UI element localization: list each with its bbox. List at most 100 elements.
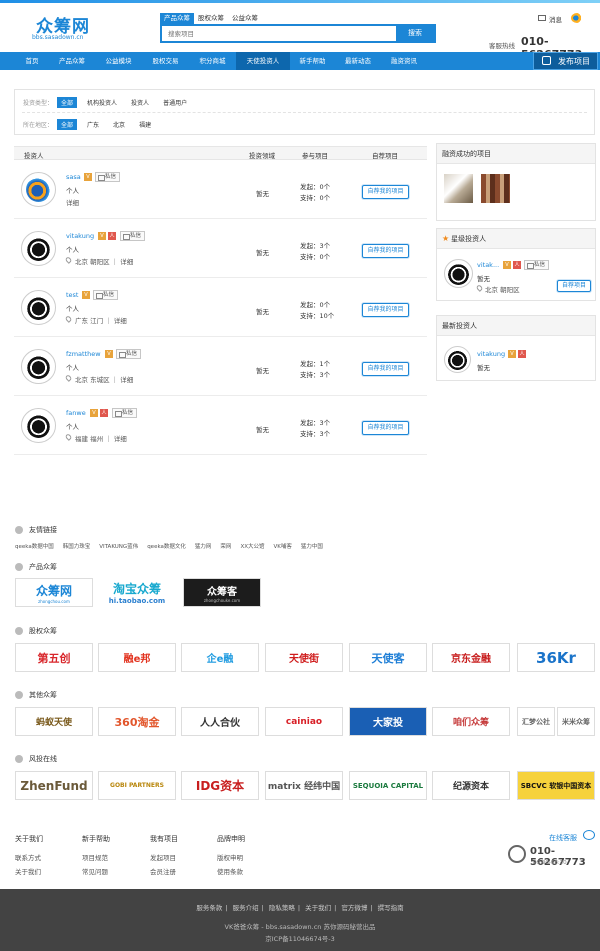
private-message-button[interactable]: 私信 bbox=[95, 172, 121, 182]
search-tab-product[interactable]: 产品众筹 bbox=[160, 13, 194, 24]
filter-region-guangdong[interactable]: 广东 bbox=[83, 119, 103, 130]
nav-news[interactable]: 最新动态 bbox=[335, 52, 381, 70]
partner-logo[interactable]: 天使客 bbox=[349, 643, 427, 672]
partner-logo[interactable]: 企e融 bbox=[181, 643, 259, 672]
filter-type-investor[interactable]: 投资人 bbox=[127, 97, 153, 108]
partner-logo-taobao[interactable]: 淘宝众筹 hi.taobao.com bbox=[98, 578, 176, 607]
partner-logo-zhongchou[interactable]: 众筹网 zhongchou.com bbox=[15, 578, 93, 607]
partner-logo[interactable]: 纪源资本 bbox=[432, 771, 510, 800]
private-message-button[interactable]: 私信 bbox=[93, 290, 119, 300]
bottom-link[interactable]: 官方微博 bbox=[341, 904, 367, 912]
friend-link[interactable]: VK哺客 bbox=[273, 542, 291, 550]
private-message-button[interactable]: 私信 bbox=[120, 231, 146, 241]
filter-type-institution[interactable]: 机构投资人 bbox=[83, 97, 121, 108]
project-thumbnail[interactable] bbox=[481, 174, 510, 203]
private-message-button[interactable]: 私信 bbox=[116, 349, 142, 359]
partner-logo[interactable]: IDG资本 bbox=[181, 771, 259, 800]
search-tab-equity[interactable]: 股权众筹 bbox=[194, 13, 228, 24]
friend-link[interactable]: 荣网 bbox=[220, 542, 231, 550]
nav-help[interactable]: 新手帮助 bbox=[290, 52, 335, 70]
friend-link[interactable]: 韩国力珠宝 bbox=[63, 542, 91, 550]
investor-name[interactable]: vitakung bbox=[66, 232, 94, 240]
avatar[interactable] bbox=[444, 346, 471, 373]
partner-logo[interactable]: 蚂蚁天使 bbox=[15, 707, 93, 736]
partner-logo-zhongchouke[interactable]: 众筹客 zhongchouke.com bbox=[183, 578, 261, 607]
partner-logo[interactable]: 人人合伙 bbox=[181, 707, 259, 736]
partner-logo[interactable]: 大家投 bbox=[349, 707, 427, 736]
search-tab-charity[interactable]: 公益众筹 bbox=[228, 13, 262, 24]
online-service-link[interactable]: 在线客服 bbox=[549, 833, 577, 843]
partner-logo[interactable]: 第五创 bbox=[15, 643, 93, 672]
friend-link[interactable]: qeeka数据中国 bbox=[15, 542, 54, 550]
footer-link[interactable]: 使用条款 bbox=[217, 866, 243, 876]
partner-logo[interactable]: SEQUOIA CAPITAL bbox=[349, 771, 427, 800]
envelope-icon[interactable] bbox=[538, 15, 546, 21]
filter-region-all[interactable]: 全部 bbox=[57, 119, 78, 130]
nav-mall[interactable]: 积分商城 bbox=[189, 52, 236, 70]
investor-location[interactable]: 北京 朝阳区 ｜ 详细 bbox=[75, 256, 133, 266]
filter-type-all[interactable]: 全部 bbox=[57, 97, 78, 108]
footer-link[interactable]: 版权申明 bbox=[217, 852, 243, 862]
bottom-link[interactable]: 服务介绍 bbox=[233, 904, 259, 912]
partner-logo[interactable]: 36Kr bbox=[517, 643, 595, 672]
partner-logo[interactable]: ZhenFund bbox=[15, 771, 93, 800]
latest-investor-name[interactable]: vitakung bbox=[477, 350, 505, 358]
investor-location[interactable]: 福建 福州 ｜ 详细 bbox=[75, 433, 127, 443]
filter-region-fujian[interactable]: 福建 bbox=[135, 119, 155, 130]
star-investor-name[interactable]: vitak... bbox=[477, 261, 499, 269]
weibo-icon[interactable] bbox=[571, 13, 583, 23]
nav-finance-info[interactable]: 融资资讯 bbox=[381, 52, 427, 70]
avatar[interactable] bbox=[21, 408, 56, 443]
messages-link[interactable]: 消息 bbox=[549, 14, 562, 24]
recommend-project-button[interactable]: 自荐我的项目 bbox=[362, 185, 409, 199]
project-thumbnail[interactable] bbox=[444, 174, 473, 203]
bottom-link[interactable]: 服务条款 bbox=[196, 904, 222, 912]
nav-angel-investors[interactable]: 天使投资人 bbox=[236, 52, 290, 70]
investor-location[interactable]: 北京 东城区 ｜ 详细 bbox=[75, 374, 133, 384]
recommend-project-button[interactable]: 自荐我的项目 bbox=[362, 303, 409, 317]
footer-link[interactable]: 发起项目 bbox=[150, 852, 176, 862]
nav-home[interactable]: 首页 bbox=[15, 52, 49, 70]
recommend-project-button[interactable]: 自荐我的项目 bbox=[362, 244, 409, 258]
partner-logo[interactable]: cainiao bbox=[265, 707, 343, 736]
partner-logo[interactable]: 米米众筹 bbox=[557, 707, 595, 736]
recommend-project-button[interactable]: 自荐项目 bbox=[557, 280, 591, 292]
filter-type-user[interactable]: 普通用户 bbox=[159, 97, 191, 108]
search-input[interactable] bbox=[162, 26, 398, 41]
footer-link[interactable]: 会员注册 bbox=[150, 866, 176, 876]
friend-link[interactable]: qeeka数据文化 bbox=[147, 542, 186, 550]
filter-region-beijing[interactable]: 北京 bbox=[109, 119, 129, 130]
search-button[interactable]: 搜索 bbox=[396, 26, 434, 41]
avatar[interactable] bbox=[444, 259, 473, 288]
avatar[interactable] bbox=[21, 349, 56, 384]
investor-name[interactable]: test bbox=[66, 291, 78, 299]
footer-link[interactable]: 联系方式 bbox=[15, 852, 41, 862]
nav-equity[interactable]: 股权交易 bbox=[142, 52, 189, 70]
investor-location[interactable]: 详细 bbox=[66, 197, 79, 207]
partner-logo[interactable]: GOBI PARTNERS bbox=[98, 771, 176, 800]
partner-logo[interactable]: 360淘金 bbox=[98, 707, 176, 736]
private-message-button[interactable]: 私信 bbox=[112, 408, 138, 418]
investor-name[interactable]: fanwe bbox=[66, 409, 86, 417]
bottom-link[interactable]: 关于我们 bbox=[305, 904, 331, 912]
recommend-project-button[interactable]: 自荐我的项目 bbox=[362, 421, 409, 435]
recommend-project-button[interactable]: 自荐我的项目 bbox=[362, 362, 409, 376]
partner-logo[interactable]: 京东金融 bbox=[432, 643, 510, 672]
investor-name[interactable]: fzmatthew bbox=[66, 350, 101, 358]
nav-product[interactable]: 产品众筹 bbox=[49, 52, 95, 70]
bottom-link[interactable]: 隐私策略 bbox=[269, 904, 295, 912]
partner-logo[interactable]: 融e邦 bbox=[98, 643, 176, 672]
footer-link[interactable]: 关于我们 bbox=[15, 866, 41, 876]
icp-number[interactable]: 京ICP备11046674号-3 bbox=[0, 933, 600, 943]
private-message-button[interactable]: 私信 bbox=[524, 260, 550, 270]
friend-link[interactable]: VITAKUNG蓝伟 bbox=[99, 542, 138, 550]
friend-link[interactable]: XX大公馆 bbox=[240, 542, 264, 550]
partner-logo[interactable]: SBCVC 软银中国资本 bbox=[517, 771, 595, 800]
nav-charity[interactable]: 公益模块 bbox=[95, 52, 142, 70]
friend-link[interactable]: 猛力网 bbox=[195, 542, 212, 550]
avatar[interactable] bbox=[21, 231, 56, 266]
bottom-link[interactable]: 撰写指南 bbox=[378, 904, 404, 912]
footer-link[interactable]: 项目规范 bbox=[82, 852, 108, 862]
avatar[interactable] bbox=[21, 290, 56, 325]
investor-location[interactable]: 广东 江门 ｜ 详细 bbox=[75, 315, 127, 325]
